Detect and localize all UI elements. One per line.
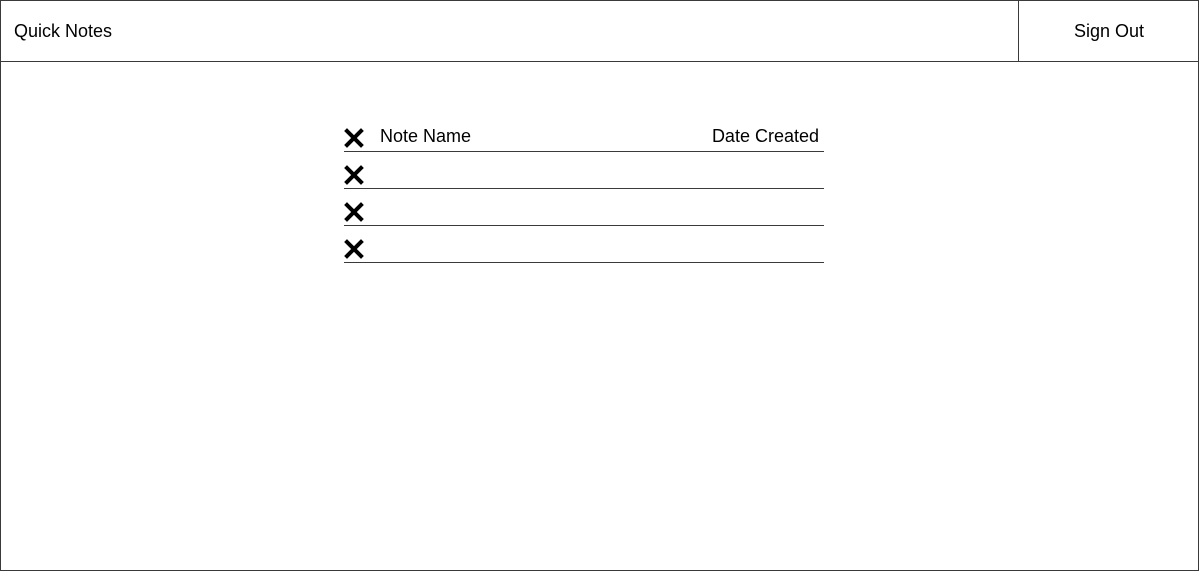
close-icon bbox=[344, 128, 364, 148]
table-row[interactable] bbox=[344, 152, 824, 189]
delete-all-button[interactable] bbox=[344, 128, 364, 148]
table-header-row: Note Name Date Created bbox=[344, 117, 824, 152]
delete-note-button[interactable] bbox=[344, 202, 364, 222]
column-header-note-name[interactable]: Note Name bbox=[380, 125, 471, 147]
close-icon bbox=[344, 165, 364, 185]
app-title: Quick Notes bbox=[14, 21, 113, 41]
notes-table: Note Name Date Created bbox=[344, 117, 824, 263]
sign-out-label: Sign Out bbox=[1073, 20, 1145, 41]
delete-note-button[interactable] bbox=[344, 165, 364, 185]
top-bar: Quick Notes Sign Out bbox=[1, 1, 1198, 62]
column-header-date-created[interactable]: Date Created bbox=[712, 125, 819, 147]
table-row[interactable] bbox=[344, 189, 824, 226]
app-window: Quick Notes Sign Out Note Name Date Crea… bbox=[0, 0, 1199, 571]
table-row[interactable] bbox=[344, 226, 824, 263]
delete-note-button[interactable] bbox=[344, 239, 364, 259]
sign-out-button[interactable]: Sign Out bbox=[1018, 1, 1199, 61]
close-icon bbox=[344, 239, 364, 259]
close-icon bbox=[344, 202, 364, 222]
